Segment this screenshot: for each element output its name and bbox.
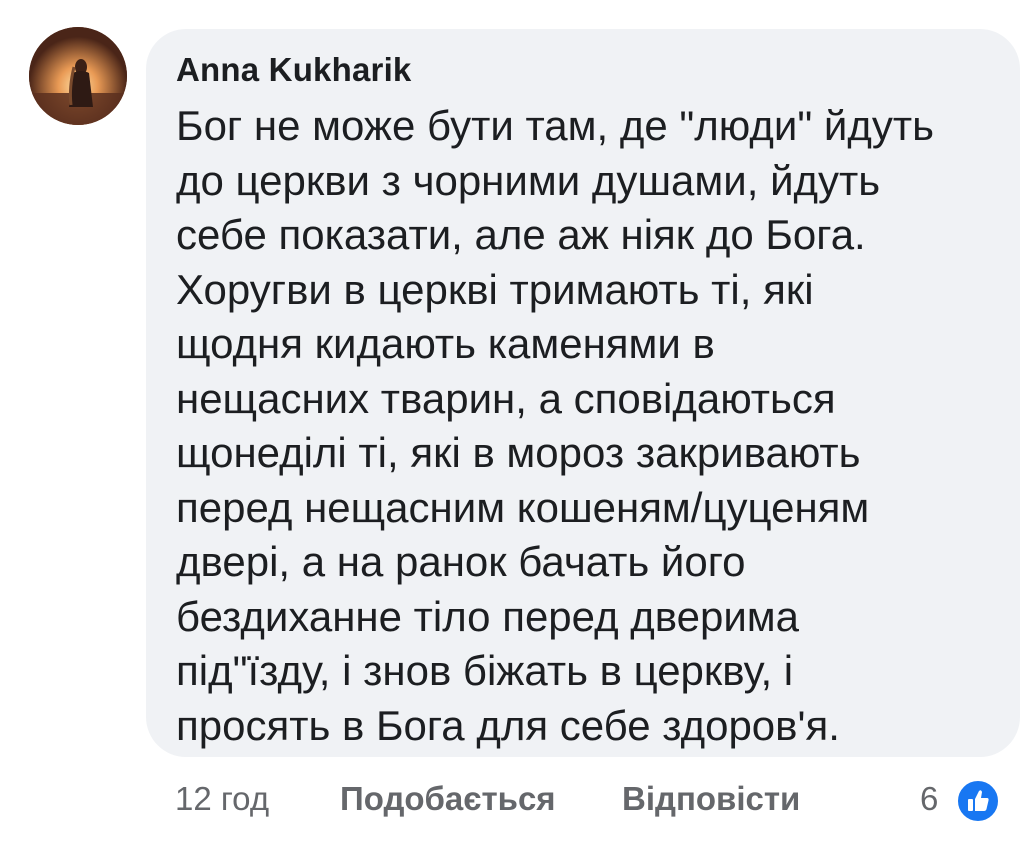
comment-text: Бог не може бути там, де "люди" йдуть до… <box>176 102 935 749</box>
timestamp[interactable]: 12 год <box>175 780 269 818</box>
avatar[interactable] <box>29 27 127 125</box>
comment-bubble: Anna Kukharik Бог не може бути там, де "… <box>146 29 1020 757</box>
reaction-count[interactable]: 6 <box>920 780 938 818</box>
comment: Anna Kukharik Бог не може бути там, де "… <box>0 0 1024 852</box>
like-button[interactable]: Подобається <box>340 780 556 818</box>
reply-button[interactable]: Відповісти <box>622 780 800 818</box>
author-name[interactable]: Anna Kukharik <box>176 51 412 89</box>
thumbs-up-icon[interactable] <box>955 778 1001 824</box>
comment-actions: 12 год Подобається Відповісти 6 <box>0 776 1024 826</box>
